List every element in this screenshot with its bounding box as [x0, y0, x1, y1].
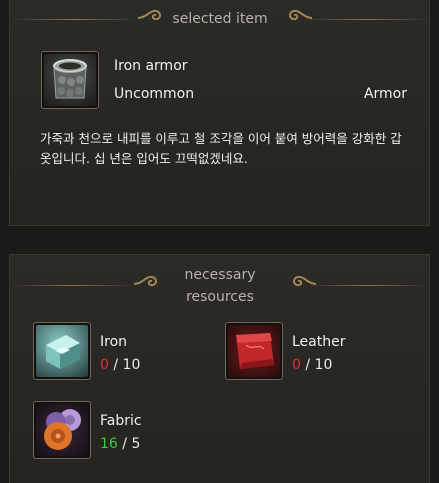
- resource-slot-iron[interactable]: [33, 322, 91, 380]
- header-ornament-right: [305, 285, 431, 286]
- resource-need-fabric: 5: [131, 436, 141, 452]
- header-ornament-right: [301, 19, 431, 20]
- resources-header-line1: necessary: [184, 267, 256, 283]
- iron-armor-icon: [44, 54, 96, 106]
- resource-count-fabric: 16 / 5: [100, 436, 141, 452]
- ornament-swirl-left-icon: [132, 272, 162, 294]
- resource-name-fabric: Fabric: [100, 413, 142, 429]
- resource-count-iron: 0 / 10: [100, 357, 141, 373]
- ornament-swirl-right-icon: [284, 6, 314, 28]
- resource-have-fabric: 16: [100, 436, 118, 452]
- resource-need-iron: 10: [122, 357, 141, 373]
- fabric-rolls-icon: [36, 404, 88, 456]
- header-ornament-left: [10, 19, 140, 20]
- selected-item-category: Armor: [363, 86, 407, 102]
- header-ornament-left: [10, 285, 136, 286]
- resource-slot-leather[interactable]: [225, 322, 283, 380]
- selected-item-panel: selected item Iron armor Uncommon Armor: [9, 0, 431, 226]
- selected-item-rarity: Uncommon: [114, 86, 195, 102]
- resource-have-leather: 0: [292, 357, 301, 373]
- selected-item-name: Iron armor: [114, 58, 188, 74]
- iron-ingot-icon: [36, 325, 88, 377]
- selected-item-header-text: selected item: [172, 11, 268, 27]
- ornament-swirl-right-icon: [288, 272, 318, 294]
- resource-have-iron: 0: [100, 357, 109, 373]
- resource-name-leather: Leather: [292, 334, 346, 350]
- resource-need-leather: 10: [314, 357, 333, 373]
- selected-item-description: 가죽과 천으로 내피를 이루고 철 조각을 이어 붙여 방어력을 강화한 갑옷입…: [40, 131, 402, 166]
- leather-icon: [228, 325, 280, 377]
- selected-item-slot[interactable]: [41, 51, 99, 109]
- ornament-swirl-left-icon: [136, 6, 166, 28]
- resource-slot-fabric[interactable]: [33, 401, 91, 459]
- resources-header-line2: resources: [186, 289, 254, 305]
- resource-count-leather: 0 / 10: [292, 357, 333, 373]
- resource-name-iron: Iron: [100, 334, 128, 350]
